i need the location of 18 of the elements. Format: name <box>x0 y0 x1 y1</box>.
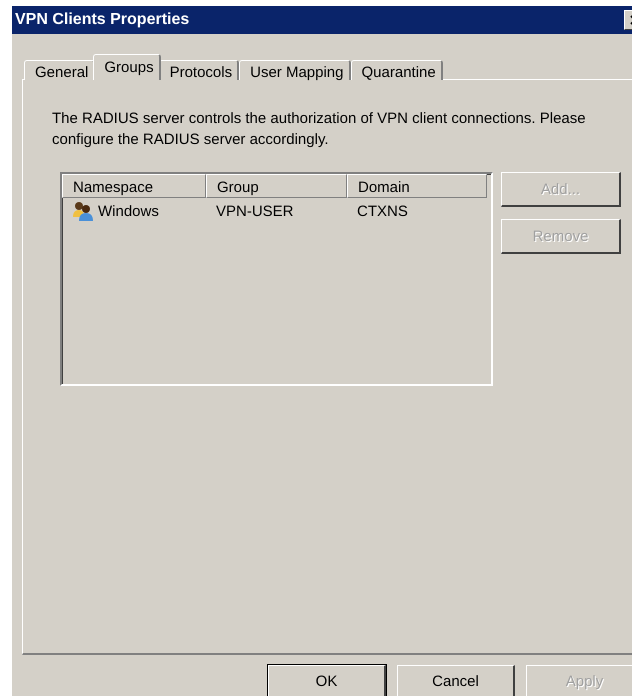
column-header[interactable]: Group <box>206 174 347 198</box>
column-header[interactable]: Namespace <box>62 174 206 198</box>
table-cell: CTXNS <box>357 202 408 220</box>
window-title: VPN Clients Properties <box>14 11 190 29</box>
tab[interactable]: Protocols <box>158 60 240 80</box>
column-header[interactable]: Domain <box>347 174 487 198</box>
tab[interactable]: General <box>24 60 96 80</box>
description-text: The RADIUS server controls the authorization of VPN client connections. Please configure the RADIUS server accordingly. <box>52 109 587 150</box>
list-row[interactable]: Windows VPN-USER CTXNS <box>62 198 491 224</box>
dialog-button[interactable]: OK <box>268 665 386 696</box>
table-cell: Windows <box>98 202 159 220</box>
dialog-button[interactable]: Cancel <box>397 665 515 696</box>
users-icon <box>72 201 94 221</box>
tab[interactable]: Groups <box>93 54 161 80</box>
table-cell: VPN-USER <box>216 202 294 220</box>
groups-list[interactable]: Namespace Group Domain Windows VPN-USER CTXNS <box>60 172 493 386</box>
tab[interactable]: Quarantine <box>350 60 443 80</box>
tab[interactable]: User Mapping <box>239 60 350 80</box>
